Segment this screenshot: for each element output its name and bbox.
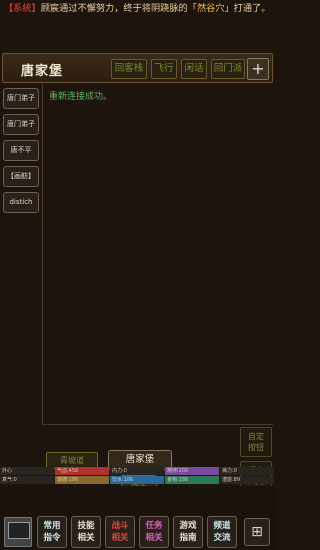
chat-button[interactable]: 闲话 [181, 59, 207, 79]
sidebar-item-boat[interactable]: 【画舫】 [3, 166, 39, 187]
btn-line1: 频道 [213, 521, 231, 531]
btn-line2: 相关 [111, 533, 129, 543]
skills-button[interactable]: 技能 相关 [71, 516, 101, 548]
stat-label: 精神:200 [167, 468, 189, 474]
stat-label: 道德:186 [57, 477, 79, 483]
sidebar-item-player[interactable]: distich [3, 192, 39, 213]
stat-bar: 饮水:186 [110, 476, 164, 484]
system-text-before: 顾宸通过不懈努力，终于将阴跷脉的「 [40, 3, 197, 14]
btn-line1: 游戏 [179, 521, 197, 531]
common-commands-button[interactable]: 常用 指令 [37, 516, 67, 548]
btn-line2: 交流 [213, 533, 231, 543]
btn-line1: 任务 [145, 521, 163, 531]
custom-line2: 按钮 [248, 443, 264, 452]
btn-line2: 指南 [179, 533, 197, 543]
fly-button[interactable]: 飞行 [151, 59, 177, 79]
quest-button[interactable]: 任务 相关 [139, 516, 169, 548]
plus-button[interactable]: + [247, 58, 269, 80]
btn-line2: 指令 [43, 533, 61, 543]
btn-line1: 常用 [43, 521, 61, 531]
stat-label: 真气:0 [2, 477, 17, 483]
message-log[interactable]: 重新连接成功。 [42, 84, 273, 424]
stat-bar: 气血:456 [55, 467, 109, 475]
location-header: 唐家堡 回客栈 飞行 闲话 回门派 + [2, 53, 273, 83]
sidebar-item-npc-1[interactable]: 唐门弟子 [3, 88, 39, 109]
stat-label: 禅力:0 [222, 468, 237, 474]
system-highlight: 然谷穴 [196, 3, 225, 14]
game-guide-button[interactable]: 游戏 指南 [173, 516, 203, 548]
stat-bar: 禅力:0 [220, 467, 274, 475]
stat-bar: 潜能:89 [220, 476, 274, 484]
sidebar-item-npc-2[interactable]: 唐门弟子 [3, 114, 39, 135]
custom-buttons[interactable]: 自定 按钮 [240, 427, 272, 457]
return-sect-button[interactable]: 回门派 [211, 59, 245, 79]
screen-thumbnail-icon[interactable] [4, 517, 32, 547]
stat-bar: 食物:186 [165, 476, 219, 484]
status-bars: 外心 气血:456 内力:0 精神:200 禅力:0 真气:0 道德:186 饮水:186 食物… [0, 467, 275, 485]
custom-line1: 自定 [248, 432, 264, 441]
stat-bar: 真气:0 [0, 476, 54, 484]
log-line: 重新连接成功。 [49, 92, 113, 102]
stat-label: 内力:0 [112, 468, 127, 474]
channel-chat-button[interactable]: 频道 交流 [207, 516, 237, 548]
system-message: 【系统】顾宸通过不懈努力，终于将阴跷脉的「然谷穴」打通了。 [4, 2, 271, 15]
location-title: 唐家堡 [21, 64, 64, 79]
stat-label: 潜能:89 [222, 477, 241, 483]
system-tag: 【系统】 [4, 3, 41, 14]
stat-label: 外心 [2, 468, 13, 474]
btn-line1: 技能 [77, 521, 95, 531]
stat-label: 饮水:186 [112, 477, 134, 483]
combat-button[interactable]: 战斗 相关 [105, 516, 135, 548]
sidebar-item-npc-3[interactable]: 唐不平 [3, 140, 39, 161]
grid-icon[interactable]: ⊞ [244, 518, 270, 546]
stat-bar: 内力:0 [110, 467, 164, 475]
return-inn-button[interactable]: 回客栈 [111, 59, 147, 79]
stat-label: 气血:456 [57, 468, 79, 474]
stat-bar: 道德:186 [55, 476, 109, 484]
btn-line1: 战斗 [111, 521, 129, 531]
stat-bar: 外心 [0, 467, 54, 475]
system-text-after: 」打通了。 [224, 3, 271, 14]
btn-line2: 相关 [145, 533, 163, 543]
stat-label: 食物:186 [167, 477, 189, 483]
stat-bar: 精神:200 [165, 467, 219, 475]
btn-line2: 相关 [77, 533, 95, 543]
